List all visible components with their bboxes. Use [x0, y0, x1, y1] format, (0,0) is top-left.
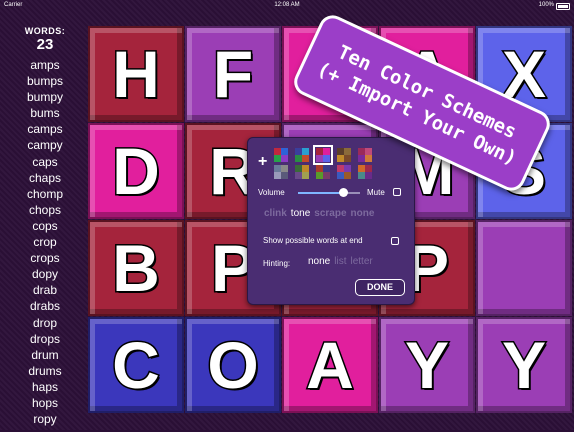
sound-option-clink[interactable]: clink [264, 208, 287, 219]
word-list-item: chops [28, 202, 62, 217]
volume-slider-fill [298, 192, 343, 194]
word-list-item: camps [27, 122, 63, 137]
tile-letter: D [111, 133, 162, 210]
tile-letter: C [111, 327, 162, 404]
hint-option-list[interactable]: list [334, 256, 346, 267]
battery-percent: 100% [538, 2, 554, 8]
word-list-item: campy [27, 138, 63, 153]
word-list-item: hops [31, 395, 59, 410]
color-scheme-swatch[interactable] [358, 148, 372, 162]
hint-option-none[interactable]: none [308, 256, 330, 267]
word-list-item: drums [28, 363, 62, 378]
mute-label: Mute [367, 188, 385, 197]
letter-tile[interactable]: D [88, 123, 184, 219]
mute-checkbox[interactable] [393, 188, 401, 196]
tile-letter: H [111, 36, 162, 113]
settings-panel: + Volume Mute clink tone scrape none Show p… [247, 137, 415, 305]
word-list-item: crops [30, 251, 60, 266]
color-scheme-swatch[interactable] [337, 165, 351, 179]
sound-option-scrape[interactable]: scrape [314, 208, 346, 219]
letter-tile[interactable]: C [88, 317, 184, 413]
word-list-item: bumpy [26, 90, 64, 105]
word-list-item: haps [31, 379, 59, 394]
word-list-item: drabs [29, 299, 61, 314]
word-list: amps bumps bumpy bums camps campy caps chaps cho… [14, 57, 76, 427]
word-list-item: amps [30, 58, 60, 72]
letter-tile[interactable]: O [185, 317, 281, 413]
word-list-item: ropy [33, 412, 57, 427]
word-list-item: drab [32, 283, 58, 298]
tile-letter: B [111, 230, 162, 307]
words-label: WORDS: [24, 26, 66, 36]
word-list-item: cops [32, 218, 58, 233]
letter-tile[interactable]: B [88, 220, 184, 316]
word-list-item: bums [30, 106, 60, 121]
sound-options: clink tone scrape none [264, 208, 378, 219]
word-list-item: dopy [31, 267, 59, 282]
color-scheme-swatch[interactable] [316, 165, 330, 179]
tile-letter: Y [403, 327, 450, 404]
tile-letter: A [305, 327, 356, 404]
plus-icon[interactable]: + [258, 153, 267, 171]
tile-letter: F [211, 36, 254, 113]
show-words-label: Show possible words at end [263, 236, 363, 245]
letter-tile[interactable]: Y [379, 317, 475, 413]
word-list-item: chomp [26, 186, 64, 201]
word-list-item: bumps [26, 74, 64, 89]
color-scheme-swatch[interactable] [295, 148, 309, 162]
color-scheme-swatch[interactable] [358, 165, 372, 179]
hint-option-letter[interactable]: letter [350, 256, 372, 267]
sound-option-tone[interactable]: tone [291, 208, 310, 219]
volume-label: Volume [258, 188, 285, 197]
done-button[interactable]: DONE [355, 279, 405, 296]
word-list-item: drops [29, 331, 61, 346]
color-scheme-swatch[interactable] [295, 165, 309, 179]
words-panel: WORDS: 23 amps bumps bumpy bums camps campy ca… [14, 26, 76, 427]
word-list-item: caps [32, 154, 58, 169]
sound-option-none[interactable]: none [351, 208, 375, 219]
letter-tile[interactable]: Y [476, 317, 572, 413]
word-list-item: drop [32, 315, 58, 330]
battery-icon [556, 3, 570, 10]
word-list-item: drum [31, 347, 59, 362]
show-words-checkbox[interactable] [391, 237, 399, 245]
color-scheme-swatch[interactable] [274, 148, 288, 162]
letter-tile[interactable]: A [282, 317, 378, 413]
word-list-item: crop [33, 235, 57, 250]
status-bar: Carrier 12:08 AM 100% [0, 0, 574, 10]
volume-slider-thumb[interactable] [338, 188, 348, 197]
words-count: 23 [36, 36, 54, 53]
letter-tile[interactable] [476, 220, 572, 316]
clock: 12:08 AM [274, 2, 300, 8]
tile-letter: Y [500, 327, 547, 404]
word-list-item: chaps [28, 170, 62, 185]
hint-options: none list letter [308, 256, 377, 267]
volume-slider[interactable] [298, 188, 360, 197]
color-scheme-swatch[interactable] [313, 145, 333, 165]
tile-letter: O [206, 327, 260, 404]
color-scheme-swatch[interactable] [337, 148, 351, 162]
hinting-label: Hinting: [263, 259, 291, 268]
color-scheme-swatch[interactable] [274, 165, 288, 179]
letter-tile[interactable]: F [185, 26, 281, 122]
letter-tile[interactable]: H [88, 26, 184, 122]
